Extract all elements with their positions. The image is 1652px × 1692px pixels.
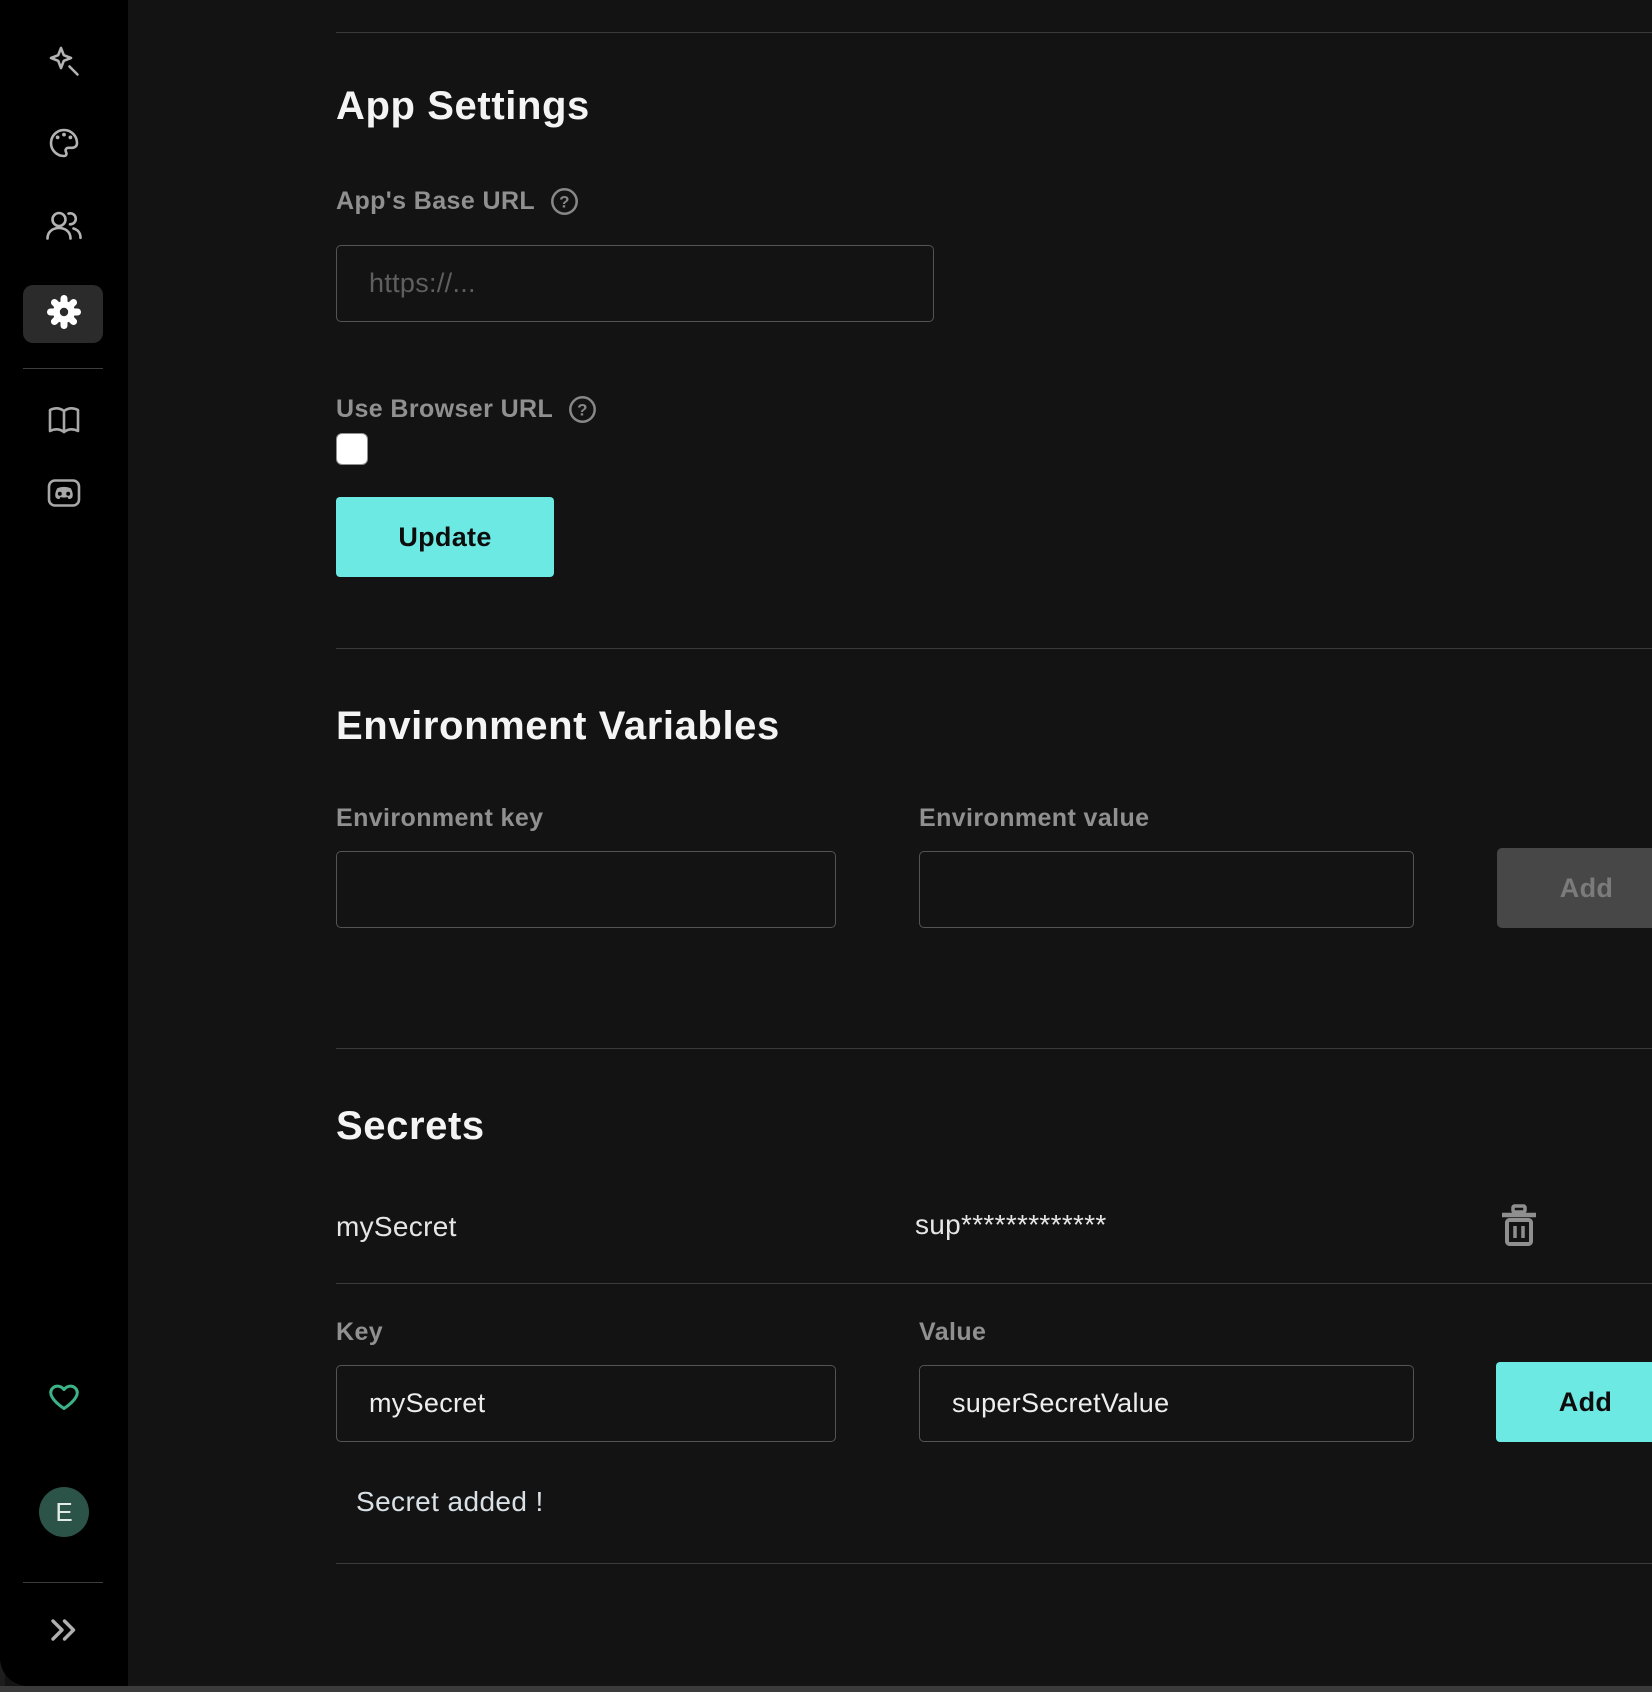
trash-icon <box>1498 1237 1540 1252</box>
window-bottom-edge <box>0 1686 1652 1692</box>
sidebar-item-discord[interactable] <box>42 473 86 517</box>
section-divider <box>336 648 1652 649</box>
svg-text:?: ? <box>577 401 588 420</box>
environment-value-input[interactable] <box>919 851 1414 928</box>
section-divider <box>336 1048 1652 1049</box>
environment-variables-title: Environment Variables <box>336 704 780 749</box>
users-icon <box>44 206 84 251</box>
secret-value-input[interactable] <box>919 1365 1414 1442</box>
environment-key-input[interactable] <box>336 851 836 928</box>
discord-icon <box>44 473 84 518</box>
question-circle-icon[interactable]: ? <box>549 186 580 217</box>
update-button[interactable]: Update <box>336 497 554 577</box>
secret-key-label: Key <box>336 1318 383 1347</box>
sidebar-divider <box>23 368 103 369</box>
sidebar-item-favorites[interactable] <box>42 1376 86 1420</box>
sidebar-footer-divider <box>23 1582 103 1583</box>
use-browser-url-checkbox[interactable] <box>336 433 368 465</box>
question-circle-icon[interactable]: ? <box>567 394 598 425</box>
svg-text:?: ? <box>559 193 570 212</box>
base-url-label-row: App's Base URL ? <box>336 186 580 217</box>
palette-icon <box>44 123 84 168</box>
sidebar-item-settings[interactable] <box>42 292 86 336</box>
base-url-input[interactable] <box>336 245 934 322</box>
base-url-label: App's Base URL <box>336 187 535 216</box>
secrets-row-divider <box>336 1283 1652 1284</box>
book-icon <box>44 401 84 446</box>
environment-key-label: Environment key <box>336 804 543 833</box>
secret-key-input[interactable] <box>336 1365 836 1442</box>
sidebar-expand-button[interactable] <box>42 1610 86 1654</box>
sidebar: E <box>0 0 128 1686</box>
avatar[interactable]: E <box>39 1487 89 1537</box>
environment-value-label: Environment value <box>919 804 1149 833</box>
sidebar-item-users[interactable] <box>42 206 86 250</box>
secret-key: mySecret <box>336 1211 457 1243</box>
app-settings-title: App Settings <box>336 84 590 129</box>
environment-add-button[interactable]: Add <box>1497 848 1652 928</box>
secret-added-status: Secret added ! <box>356 1486 544 1518</box>
gear-icon <box>44 292 84 337</box>
double-chevron-right-icon <box>45 1611 83 1654</box>
magic-wand-icon <box>44 43 84 88</box>
use-browser-url-label-row: Use Browser URL ? <box>336 394 598 425</box>
settings-page: App Settings App's Base URL ? Use Browse… <box>128 0 1652 1686</box>
secret-masked-value: sup************* <box>915 1209 1107 1241</box>
sidebar-item-magic-wand[interactable] <box>42 43 86 87</box>
delete-secret-button[interactable] <box>1498 1203 1540 1249</box>
heart-icon <box>44 1376 84 1421</box>
avatar-letter: E <box>55 1497 72 1528</box>
section-divider <box>336 1563 1652 1564</box>
secrets-title: Secrets <box>336 1104 485 1149</box>
secret-value-label: Value <box>919 1318 986 1347</box>
sidebar-item-docs[interactable] <box>42 401 86 445</box>
sidebar-item-theme[interactable] <box>42 123 86 167</box>
section-divider <box>336 32 1652 33</box>
use-browser-url-label: Use Browser URL <box>336 395 553 424</box>
secret-add-button[interactable]: Add <box>1496 1362 1652 1442</box>
